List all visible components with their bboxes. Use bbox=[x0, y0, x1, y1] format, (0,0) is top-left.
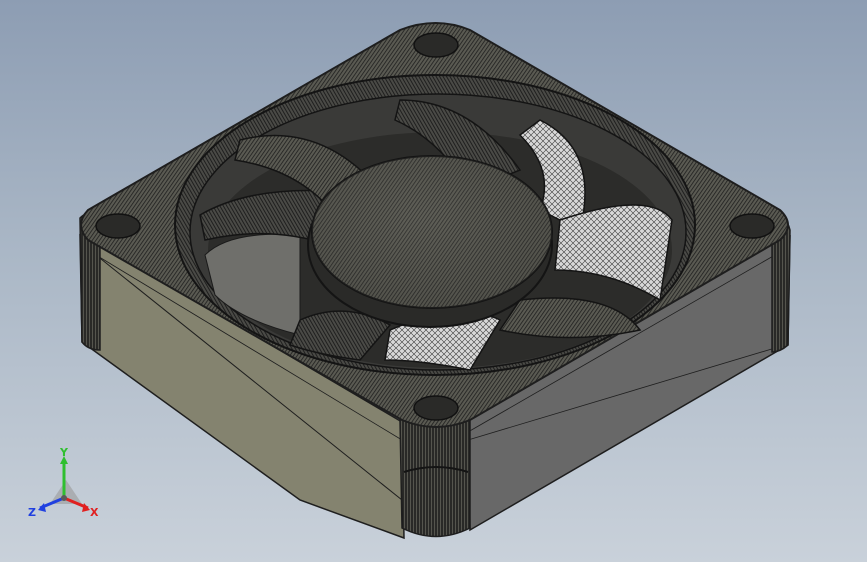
axis-triad: Y X Z bbox=[28, 446, 99, 519]
fan-model[interactable] bbox=[0, 0, 867, 562]
z-axis-label: Z bbox=[28, 506, 36, 519]
mount-hole-right bbox=[729, 213, 775, 239]
mount-hole-front bbox=[413, 395, 459, 421]
mount-hole-top bbox=[413, 32, 459, 58]
front-corner-pillar bbox=[399, 411, 471, 538]
graphics-viewport[interactable]: Y X Z bbox=[0, 0, 867, 562]
mount-hole-left bbox=[95, 213, 141, 239]
y-axis-label: Y bbox=[59, 446, 69, 459]
x-axis-label: X bbox=[90, 506, 99, 519]
